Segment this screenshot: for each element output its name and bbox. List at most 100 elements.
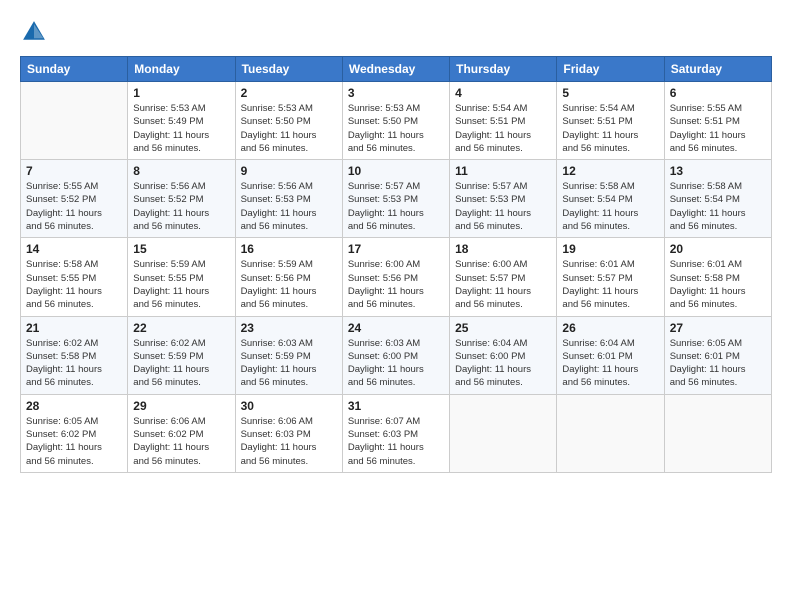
day-number: 28 — [26, 399, 122, 413]
calendar-header-row: SundayMondayTuesdayWednesdayThursdayFrid… — [21, 57, 772, 82]
calendar-cell: 21 Sunrise: 6:02 AMSunset: 5:58 PMDayligh… — [21, 316, 128, 394]
day-info: Sunrise: 6:06 AMSunset: 6:02 PMDaylight:… — [133, 415, 229, 468]
calendar-cell: 20 Sunrise: 6:01 AMSunset: 5:58 PMDayligh… — [664, 238, 771, 316]
calendar-cell: 18Sunrise: 6:00 AMSunset: 5:57 PMDayligh… — [450, 238, 557, 316]
calendar-cell: 30 Sunrise: 6:06 AMSunset: 6:03 PMDayligh… — [235, 394, 342, 472]
day-info: Sunrise: 6:06 AMSunset: 6:03 PMDaylight:… — [241, 415, 337, 468]
calendar-cell: 28 Sunrise: 6:05 AMSunset: 6:02 PMDayligh… — [21, 394, 128, 472]
day-number: 18 — [455, 242, 551, 256]
day-number: 11 — [455, 164, 551, 178]
day-info: Sunrise: 6:01 AMSunset: 5:57 PMDaylight:… — [562, 258, 658, 311]
day-number: 13 — [670, 164, 766, 178]
calendar-cell: 31Sunrise: 6:07 AMSunset: 6:03 PMDayligh… — [342, 394, 449, 472]
day-header-wednesday: Wednesday — [342, 57, 449, 82]
calendar-week-1: 1 Sunrise: 5:53 AMSunset: 5:49 PMDaylight… — [21, 82, 772, 160]
day-info: Sunrise: 6:03 AMSunset: 5:59 PMDaylight:… — [241, 337, 337, 390]
calendar-cell: 11 Sunrise: 5:57 AMSunset: 5:53 PMDayligh… — [450, 160, 557, 238]
day-number: 7 — [26, 164, 122, 178]
day-number: 23 — [241, 321, 337, 335]
day-info: Sunrise: 6:05 AMSunset: 6:01 PMDaylight:… — [670, 337, 766, 390]
calendar-cell — [557, 394, 664, 472]
day-header-saturday: Saturday — [664, 57, 771, 82]
day-info: Sunrise: 5:53 AMSunset: 5:50 PMDaylight:… — [241, 102, 337, 155]
day-info: Sunrise: 5:58 AMSunset: 5:54 PMDaylight:… — [562, 180, 658, 233]
calendar-cell: 27 Sunrise: 6:05 AMSunset: 6:01 PMDayligh… — [664, 316, 771, 394]
day-number: 16 — [241, 242, 337, 256]
calendar-cell: 13 Sunrise: 5:58 AMSunset: 5:54 PMDayligh… — [664, 160, 771, 238]
day-number: 20 — [670, 242, 766, 256]
day-info: Sunrise: 6:02 AMSunset: 5:58 PMDaylight:… — [26, 337, 122, 390]
calendar-cell — [21, 82, 128, 160]
day-number: 8 — [133, 164, 229, 178]
calendar-cell: 16 Sunrise: 5:59 AMSunset: 5:56 PMDayligh… — [235, 238, 342, 316]
calendar-cell: 29Sunrise: 6:06 AMSunset: 6:02 PMDayligh… — [128, 394, 235, 472]
day-info: Sunrise: 5:54 AMSunset: 5:51 PMDaylight:… — [455, 102, 551, 155]
calendar-cell: 23 Sunrise: 6:03 AMSunset: 5:59 PMDayligh… — [235, 316, 342, 394]
day-number: 14 — [26, 242, 122, 256]
calendar-cell: 5 Sunrise: 5:54 AMSunset: 5:51 PMDaylight… — [557, 82, 664, 160]
day-info: Sunrise: 5:56 AMSunset: 5:52 PMDaylight:… — [133, 180, 229, 233]
day-info: Sunrise: 5:54 AMSunset: 5:51 PMDaylight:… — [562, 102, 658, 155]
day-number: 2 — [241, 86, 337, 100]
calendar-cell: 9 Sunrise: 5:56 AMSunset: 5:53 PMDaylight… — [235, 160, 342, 238]
day-info: Sunrise: 5:59 AMSunset: 5:55 PMDaylight:… — [133, 258, 229, 311]
calendar-week-2: 7Sunrise: 5:55 AMSunset: 5:52 PMDaylight… — [21, 160, 772, 238]
day-info: Sunrise: 5:59 AMSunset: 5:56 PMDaylight:… — [241, 258, 337, 311]
calendar-cell: 26Sunrise: 6:04 AMSunset: 6:01 PMDayligh… — [557, 316, 664, 394]
day-header-tuesday: Tuesday — [235, 57, 342, 82]
header — [20, 18, 772, 46]
day-number: 6 — [670, 86, 766, 100]
logo — [20, 18, 52, 46]
calendar-cell: 25Sunrise: 6:04 AMSunset: 6:00 PMDayligh… — [450, 316, 557, 394]
day-number: 17 — [348, 242, 444, 256]
calendar-week-4: 21 Sunrise: 6:02 AMSunset: 5:58 PMDayligh… — [21, 316, 772, 394]
day-header-sunday: Sunday — [21, 57, 128, 82]
day-number: 9 — [241, 164, 337, 178]
day-info: Sunrise: 5:57 AMSunset: 5:53 PMDaylight:… — [348, 180, 444, 233]
day-header-friday: Friday — [557, 57, 664, 82]
day-number: 26 — [562, 321, 658, 335]
day-info: Sunrise: 6:05 AMSunset: 6:02 PMDaylight:… — [26, 415, 122, 468]
day-number: 1 — [133, 86, 229, 100]
day-info: Sunrise: 5:57 AMSunset: 5:53 PMDaylight:… — [455, 180, 551, 233]
day-info: Sunrise: 5:58 AMSunset: 5:54 PMDaylight:… — [670, 180, 766, 233]
day-number: 30 — [241, 399, 337, 413]
calendar-cell: 17Sunrise: 6:00 AMSunset: 5:56 PMDayligh… — [342, 238, 449, 316]
calendar-cell: 6 Sunrise: 5:55 AMSunset: 5:51 PMDaylight… — [664, 82, 771, 160]
page: SundayMondayTuesdayWednesdayThursdayFrid… — [0, 0, 792, 612]
calendar-cell: 19 Sunrise: 6:01 AMSunset: 5:57 PMDayligh… — [557, 238, 664, 316]
day-info: Sunrise: 6:03 AMSunset: 6:00 PMDaylight:… — [348, 337, 444, 390]
day-info: Sunrise: 6:02 AMSunset: 5:59 PMDaylight:… — [133, 337, 229, 390]
calendar-cell: 24 Sunrise: 6:03 AMSunset: 6:00 PMDayligh… — [342, 316, 449, 394]
calendar-table: SundayMondayTuesdayWednesdayThursdayFrid… — [20, 56, 772, 473]
calendar-week-3: 14 Sunrise: 5:58 AMSunset: 5:55 PMDayligh… — [21, 238, 772, 316]
calendar-cell: 15 Sunrise: 5:59 AMSunset: 5:55 PMDayligh… — [128, 238, 235, 316]
day-info: Sunrise: 6:07 AMSunset: 6:03 PMDaylight:… — [348, 415, 444, 468]
calendar-cell: 8 Sunrise: 5:56 AMSunset: 5:52 PMDaylight… — [128, 160, 235, 238]
calendar-cell: 10 Sunrise: 5:57 AMSunset: 5:53 PMDayligh… — [342, 160, 449, 238]
day-info: Sunrise: 6:04 AMSunset: 6:00 PMDaylight:… — [455, 337, 551, 390]
day-info: Sunrise: 5:58 AMSunset: 5:55 PMDaylight:… — [26, 258, 122, 311]
calendar-cell: 3 Sunrise: 5:53 AMSunset: 5:50 PMDaylight… — [342, 82, 449, 160]
day-number: 19 — [562, 242, 658, 256]
calendar-cell: 2 Sunrise: 5:53 AMSunset: 5:50 PMDaylight… — [235, 82, 342, 160]
day-number: 24 — [348, 321, 444, 335]
day-number: 3 — [348, 86, 444, 100]
day-info: Sunrise: 5:53 AMSunset: 5:49 PMDaylight:… — [133, 102, 229, 155]
day-info: Sunrise: 5:53 AMSunset: 5:50 PMDaylight:… — [348, 102, 444, 155]
day-number: 27 — [670, 321, 766, 335]
logo-icon — [20, 18, 48, 46]
calendar-cell — [664, 394, 771, 472]
day-number: 21 — [26, 321, 122, 335]
day-number: 10 — [348, 164, 444, 178]
day-info: Sunrise: 6:01 AMSunset: 5:58 PMDaylight:… — [670, 258, 766, 311]
calendar-cell: 12 Sunrise: 5:58 AMSunset: 5:54 PMDayligh… — [557, 160, 664, 238]
day-number: 15 — [133, 242, 229, 256]
day-info: Sunrise: 5:55 AMSunset: 5:51 PMDaylight:… — [670, 102, 766, 155]
day-header-thursday: Thursday — [450, 57, 557, 82]
calendar-cell — [450, 394, 557, 472]
day-number: 12 — [562, 164, 658, 178]
day-number: 4 — [455, 86, 551, 100]
day-number: 5 — [562, 86, 658, 100]
day-info: Sunrise: 5:56 AMSunset: 5:53 PMDaylight:… — [241, 180, 337, 233]
